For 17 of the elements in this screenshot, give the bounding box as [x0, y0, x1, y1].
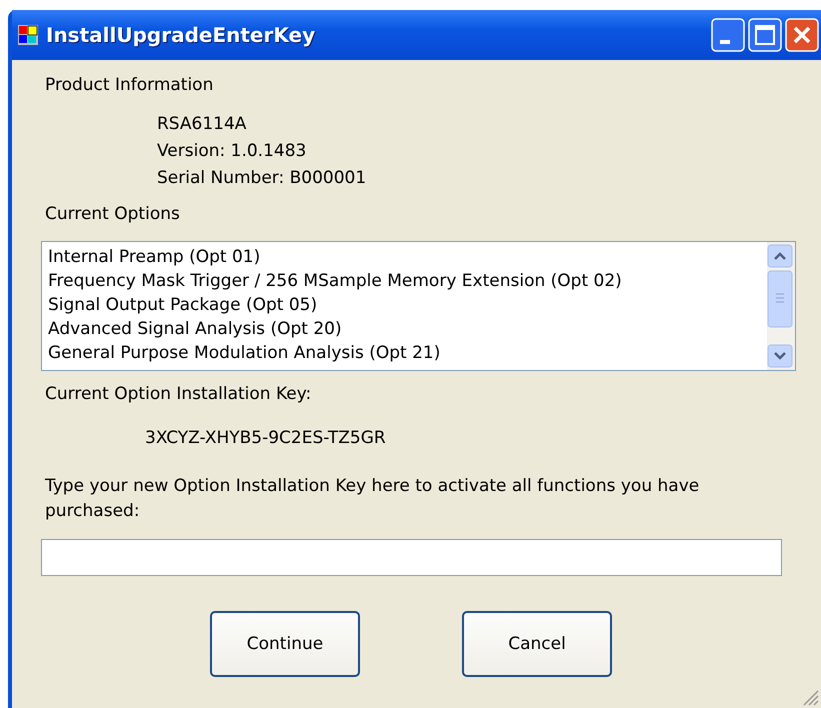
installation-key: 3XCYZ-XHYB5-9C2ES-TZ5GR	[45, 404, 821, 448]
field-label: Current Option Installation Key:	[45, 383, 312, 404]
instruction-text: Type your new Option Installation Key here to activate all functions you have purchased:	[45, 475, 700, 523]
null[interactable]: Continue	[210, 611, 360, 677]
section-heading: Current Options	[45, 203, 181, 224]
product-detail: Version: 1.0.1483	[157, 140, 308, 163]
window-title: InstallUpgradeEnterKey	[46, 23, 316, 47]
product-detail: RSA6114A	[157, 113, 248, 136]
options-list[interactable]: Internal Preamp (Opt 01) Frequency Mask Trigger / 256 MSample Memory Extension (Opt 02) Signal Output Package (Opt 05) Advanced Signal Analysis (Opt 20) General Purpose Modulation Analysis (Opt 21)	[41, 241, 796, 371]
product-detail: Serial Number: B000001	[157, 167, 368, 190]
list-item[interactable]: Signal Output Package (Opt 05)	[48, 293, 767, 317]
section-heading: Product Information	[45, 74, 214, 95]
list-item[interactable]: Advanced Signal Analysis (Opt 20)	[48, 317, 767, 341]
list-item[interactable]: Internal Preamp (Opt 01)	[48, 245, 767, 269]
null[interactable]: Cancel	[462, 611, 612, 677]
list-item[interactable]: General Purpose Modulation Analysis (Opt 21)	[48, 341, 767, 365]
list-item[interactable]: Frequency Mask Trigger / 256 MSample Memory Extension (Opt 02)	[48, 269, 767, 293]
